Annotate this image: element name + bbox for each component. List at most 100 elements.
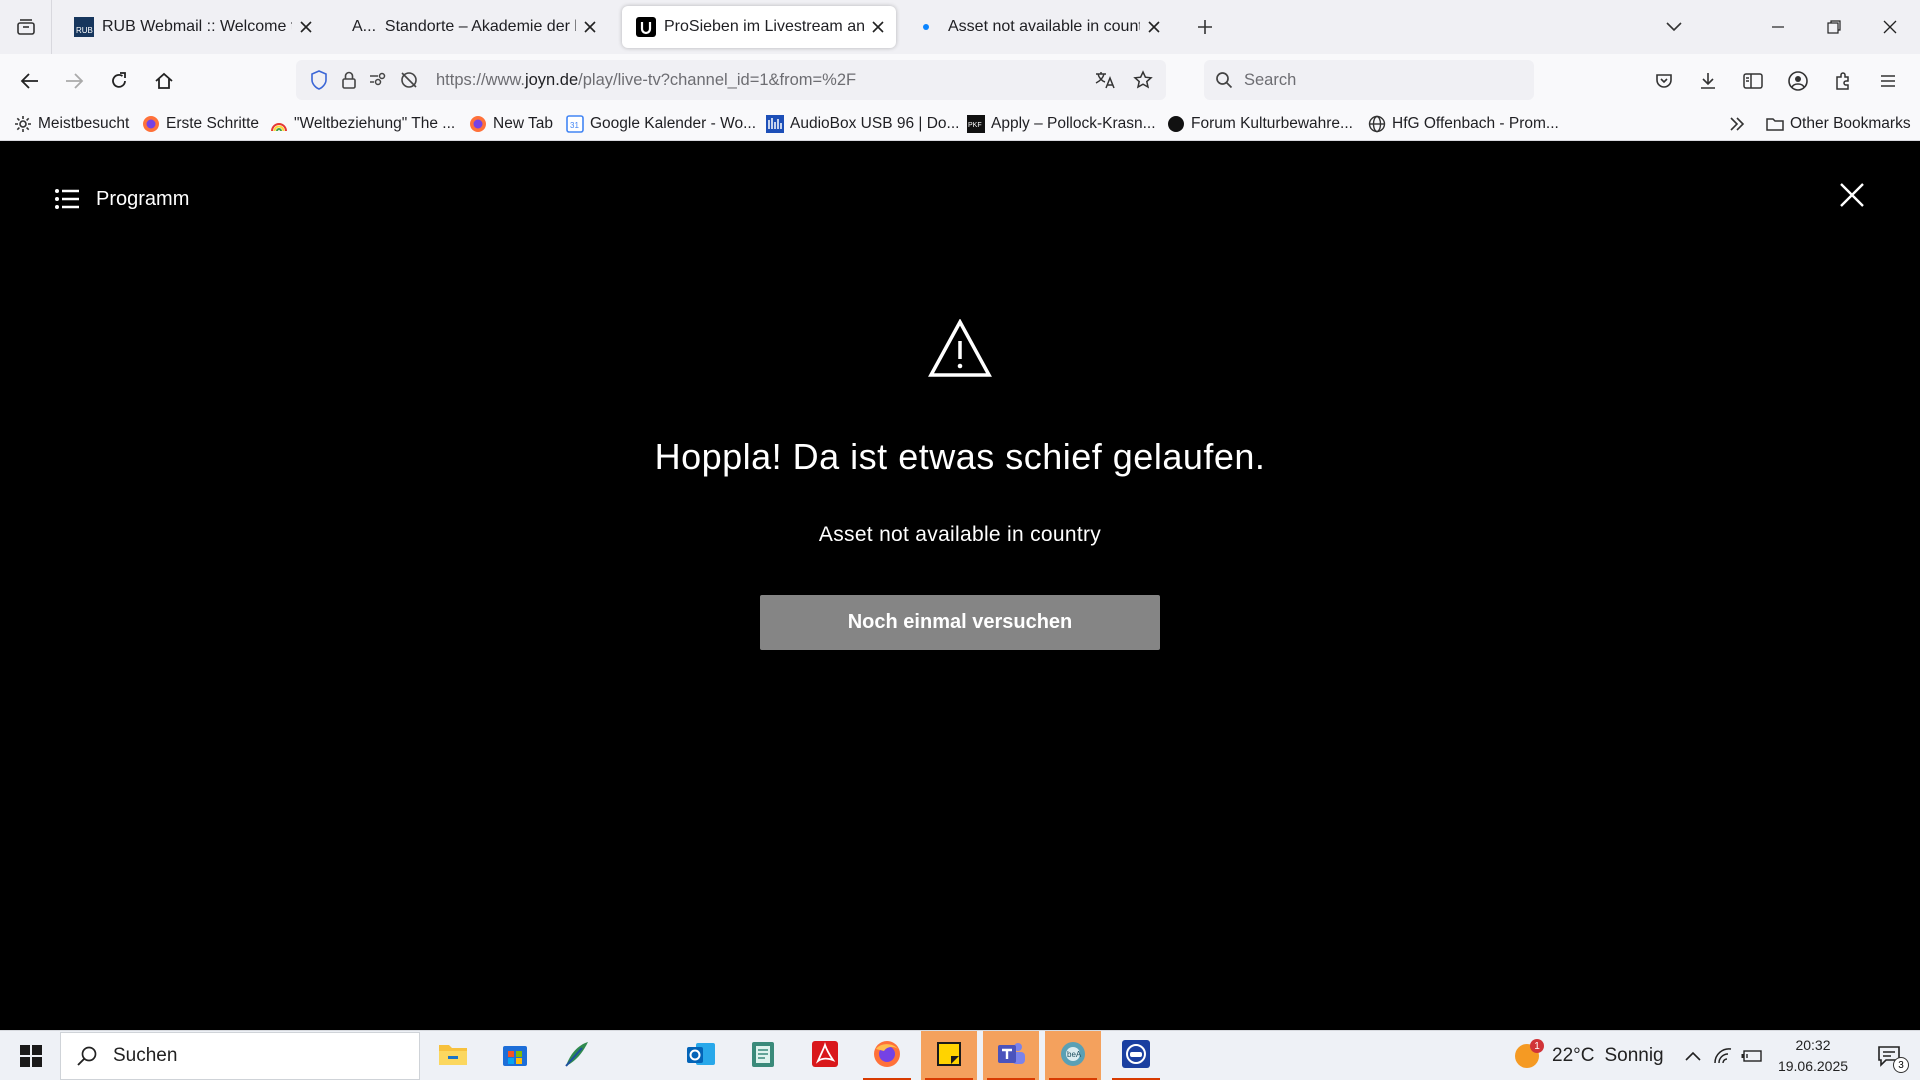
double-chevron-right-icon [1728,115,1746,133]
address-bar[interactable]: https://www.joyn.de/play/live-tv?channel… [296,60,1166,100]
player-error-page: Programm Hoppla! Da ist etwas schief gel… [0,141,1920,1030]
bookmark-star-icon[interactable] [1124,60,1162,100]
menu-button[interactable] [1870,63,1906,99]
svg-text:RUB: RUB [76,26,93,35]
close-tab-icon[interactable] [296,17,316,37]
shield-icon[interactable] [304,60,334,100]
retry-button[interactable]: Noch einmal versuchen [760,595,1160,650]
new-tab-button[interactable] [1178,0,1232,54]
search-bar[interactable]: Search [1204,60,1534,100]
bookmark-google-kalender[interactable]: 31 Google Kalender - Wo... [566,112,756,136]
bookmark-new-tab[interactable]: New Tab [469,112,553,136]
extensions-button[interactable] [1825,63,1861,99]
clock-time: 20:32 [1795,1037,1831,1053]
start-button[interactable] [8,1031,54,1080]
pocket-button[interactable] [1646,63,1682,99]
notepad-icon [750,1040,776,1073]
bea-icon: beA [1058,1039,1088,1074]
weather-badge: 1 [1530,1039,1544,1053]
weather-condition: Sonnig [1604,1045,1664,1066]
autoplay-blocked-icon[interactable] [394,60,424,100]
bookmark-meistbesucht[interactable]: Meistbesucht [14,112,129,136]
remote-app[interactable] [1108,1031,1164,1080]
translate-icon[interactable] [1086,60,1124,100]
bea-app[interactable]: beA [1045,1031,1101,1080]
reload-button[interactable] [101,63,137,99]
sidebar-button[interactable] [1735,63,1771,99]
error-title: Hoppla! Da ist etwas schief gelaufen. [654,436,1266,477]
tab-asset-not-available[interactable]: Asset not available in country | Joyn [906,6,1172,48]
close-tab-icon[interactable] [1144,17,1164,37]
notepad-app[interactable] [735,1031,791,1080]
notifications-button[interactable]: 3 [1864,1031,1914,1080]
restore-button[interactable] [1806,0,1862,54]
account-icon [1788,71,1808,91]
joyn-favicon-icon [636,17,656,37]
minimize-button[interactable] [1750,0,1806,54]
account-button[interactable] [1780,63,1816,99]
list-all-tabs-button[interactable] [1646,0,1702,54]
forward-button[interactable] [56,63,92,99]
navigation-bar: https://www.joyn.de/play/live-tv?channel… [0,54,1920,108]
bookmark-audiobox[interactable]: AudioBox USB 96 | Do... [766,112,959,136]
tab-prosieben[interactable]: ProSieben im Livestream anschauen | Joyn [622,6,896,48]
bookmark-forum-kulturbewahrer[interactable]: Forum Kulturbewahre... [1167,112,1353,136]
globe-icon [1368,115,1386,133]
url-text: https://www.joyn.de/play/live-tv?channel… [436,70,857,89]
search-icon [61,1045,113,1067]
restore-icon [1827,20,1841,34]
chat-bubble-icon: 3 [1877,1045,1909,1073]
outlook-app[interactable] [673,1031,729,1080]
downloads-button[interactable] [1690,63,1726,99]
teams-app[interactable] [983,1031,1039,1080]
hamburger-icon [1881,75,1895,87]
tab-rub-webmail[interactable]: RUB RUB Webmail :: Welcome to RUB Webmai… [60,6,324,48]
firefox-icon [872,1039,902,1074]
feather-icon [562,1040,590,1073]
show-hidden-icons-button[interactable] [1678,1031,1708,1080]
battery-button[interactable] [1738,1031,1766,1080]
close-tab-icon[interactable] [868,17,888,37]
firefox-app[interactable] [859,1031,915,1080]
taskbar-search-box[interactable]: Suchen [60,1032,420,1080]
file-explorer-app[interactable] [425,1031,481,1080]
taskbar-search-label: Suchen [113,1045,178,1066]
permissions-icon[interactable] [364,60,394,100]
bookmark-hfg-offenbach[interactable]: HfG Offenbach - Prom... [1368,112,1559,136]
bookmark-weltbeziehung[interactable]: "Weltbeziehung" The ... [270,112,455,136]
tab-akademie[interactable]: A... Standorte – Akademie der bildenden … [338,6,608,48]
store-icon [501,1040,529,1073]
pocket-icon [1656,74,1672,88]
chevron-up-icon [1685,1051,1701,1061]
sun-icon: 1 [1510,1039,1544,1073]
network-button[interactable] [1710,1031,1736,1080]
notification-count-badge: 3 [1893,1057,1909,1073]
sticky-notes-app[interactable] [921,1031,977,1080]
close-player-button[interactable] [1834,177,1870,213]
close-window-button[interactable] [1862,0,1918,54]
weather-widget[interactable]: 1 22°C Sonnig [1510,1031,1664,1080]
battery-icon [1741,1050,1762,1062]
acrobat-app[interactable] [797,1031,853,1080]
program-button[interactable]: Programm [52,181,189,217]
more-bookmarks-button[interactable] [1728,112,1752,136]
puzzle-icon [1836,72,1849,90]
feather-app[interactable] [548,1031,604,1080]
lock-icon[interactable] [334,60,364,100]
bookmark-erste-schritte[interactable]: Erste Schritte [142,112,259,136]
clock-date: 19.06.2025 [1777,1058,1849,1074]
home-button[interactable] [146,63,182,99]
microsoft-store-app[interactable] [487,1031,543,1080]
close-tab-icon[interactable] [580,17,600,37]
bookmark-pollock-krasner[interactable]: PKF Apply – Pollock-Krasn... [967,112,1156,136]
svg-text:beA: beA [1067,1050,1082,1059]
list-icon [52,184,82,214]
sticky-note-icon [935,1040,963,1073]
other-bookmarks-folder[interactable]: Other Bookmarks [1766,112,1911,136]
close-icon [1840,183,1864,207]
tab-list-button[interactable] [0,0,52,54]
back-button[interactable] [12,63,48,99]
clock[interactable]: 20:32 19.06.2025 [1768,1035,1858,1077]
rainbow-icon [270,115,288,133]
minimize-icon [1772,26,1784,28]
